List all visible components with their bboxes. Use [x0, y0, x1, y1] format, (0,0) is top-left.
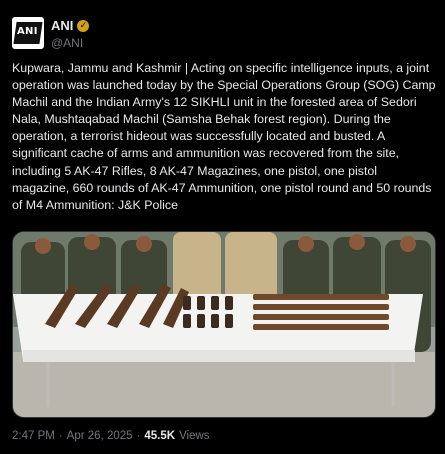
tweet-meta: 2:47 PM · Apr 26, 2025 · 45.5K Views: [12, 430, 210, 442]
meta-separator-2: ·: [136, 430, 141, 442]
avatar-logo-text: ANI: [17, 26, 38, 37]
tweet-date[interactable]: Apr 26, 2025: [67, 430, 133, 442]
verified-badge-icon[interactable]: ✓: [77, 19, 90, 32]
photo-icon: [13, 232, 435, 417]
author-display-name[interactable]: ANI: [51, 18, 73, 33]
meta-separator: ·: [58, 430, 63, 442]
views-count[interactable]: 45.5K: [144, 430, 175, 442]
tweet-photo[interactable]: [12, 231, 436, 418]
views-label: Views: [179, 430, 210, 442]
avatar[interactable]: ANI: [12, 17, 44, 49]
tweet-text: Kupwara, Jammu and Kashmir | Acting on s…: [12, 61, 436, 212]
author-name-row: ANI ✓: [51, 18, 90, 33]
author-handle[interactable]: @ANI: [51, 36, 83, 50]
tweet-header: ANI ANI ✓ @ANI: [12, 16, 432, 52]
tweet-time[interactable]: 2:47 PM: [12, 430, 55, 442]
